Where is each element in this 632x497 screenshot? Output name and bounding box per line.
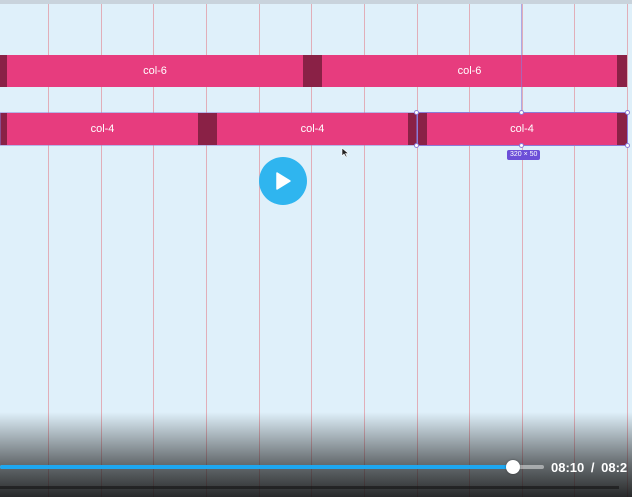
column-label: col-6 xyxy=(143,65,167,77)
resize-handle[interactable] xyxy=(625,143,630,148)
duration: 08:2 xyxy=(601,460,628,475)
gutter xyxy=(198,113,217,145)
gutter xyxy=(303,55,322,87)
mouse-pointer-icon xyxy=(341,147,350,158)
top-strip xyxy=(0,0,632,4)
play-button[interactable] xyxy=(259,157,307,205)
progress-played xyxy=(0,465,513,469)
gutter xyxy=(0,113,7,145)
controls-overlay xyxy=(0,412,632,497)
dimension-badge: 320 × 50 xyxy=(507,150,541,160)
grid-column-col-4[interactable]: col-4 xyxy=(7,113,198,145)
progress-thumb[interactable] xyxy=(505,460,520,474)
play-icon xyxy=(276,172,291,190)
current-time: 08:10 xyxy=(551,460,585,475)
column-label: col-4 xyxy=(90,123,115,135)
resize-handle[interactable] xyxy=(414,143,419,148)
grid-column-col-6[interactable]: col-6 xyxy=(7,55,303,87)
grid-column-col-4-selected[interactable]: col-4 xyxy=(427,113,617,145)
resize-handle[interactable] xyxy=(414,110,419,115)
resize-handle[interactable] xyxy=(519,110,524,115)
column-label: col-6 xyxy=(457,65,482,77)
column-label: col-4 xyxy=(300,123,325,135)
gutter xyxy=(0,55,7,87)
time-display: 08:10 / 08:2 xyxy=(551,460,627,475)
gutter xyxy=(408,113,427,145)
column-label: col-4 xyxy=(510,123,534,135)
progress-bar[interactable] xyxy=(0,465,544,469)
resize-handle[interactable] xyxy=(625,110,630,115)
center-guide xyxy=(521,4,522,110)
gutter xyxy=(617,55,627,87)
bottom-bar xyxy=(0,486,619,489)
video-frame: col-6 col-6 col-4 col-4 col-4 320 × 50 0… xyxy=(0,0,632,497)
resize-handle[interactable] xyxy=(519,143,524,148)
grid-column-col-6[interactable]: col-6 xyxy=(322,55,617,87)
gutter xyxy=(617,113,627,145)
grid-column-col-4[interactable]: col-4 xyxy=(217,113,408,145)
time-separator: / xyxy=(590,460,595,475)
